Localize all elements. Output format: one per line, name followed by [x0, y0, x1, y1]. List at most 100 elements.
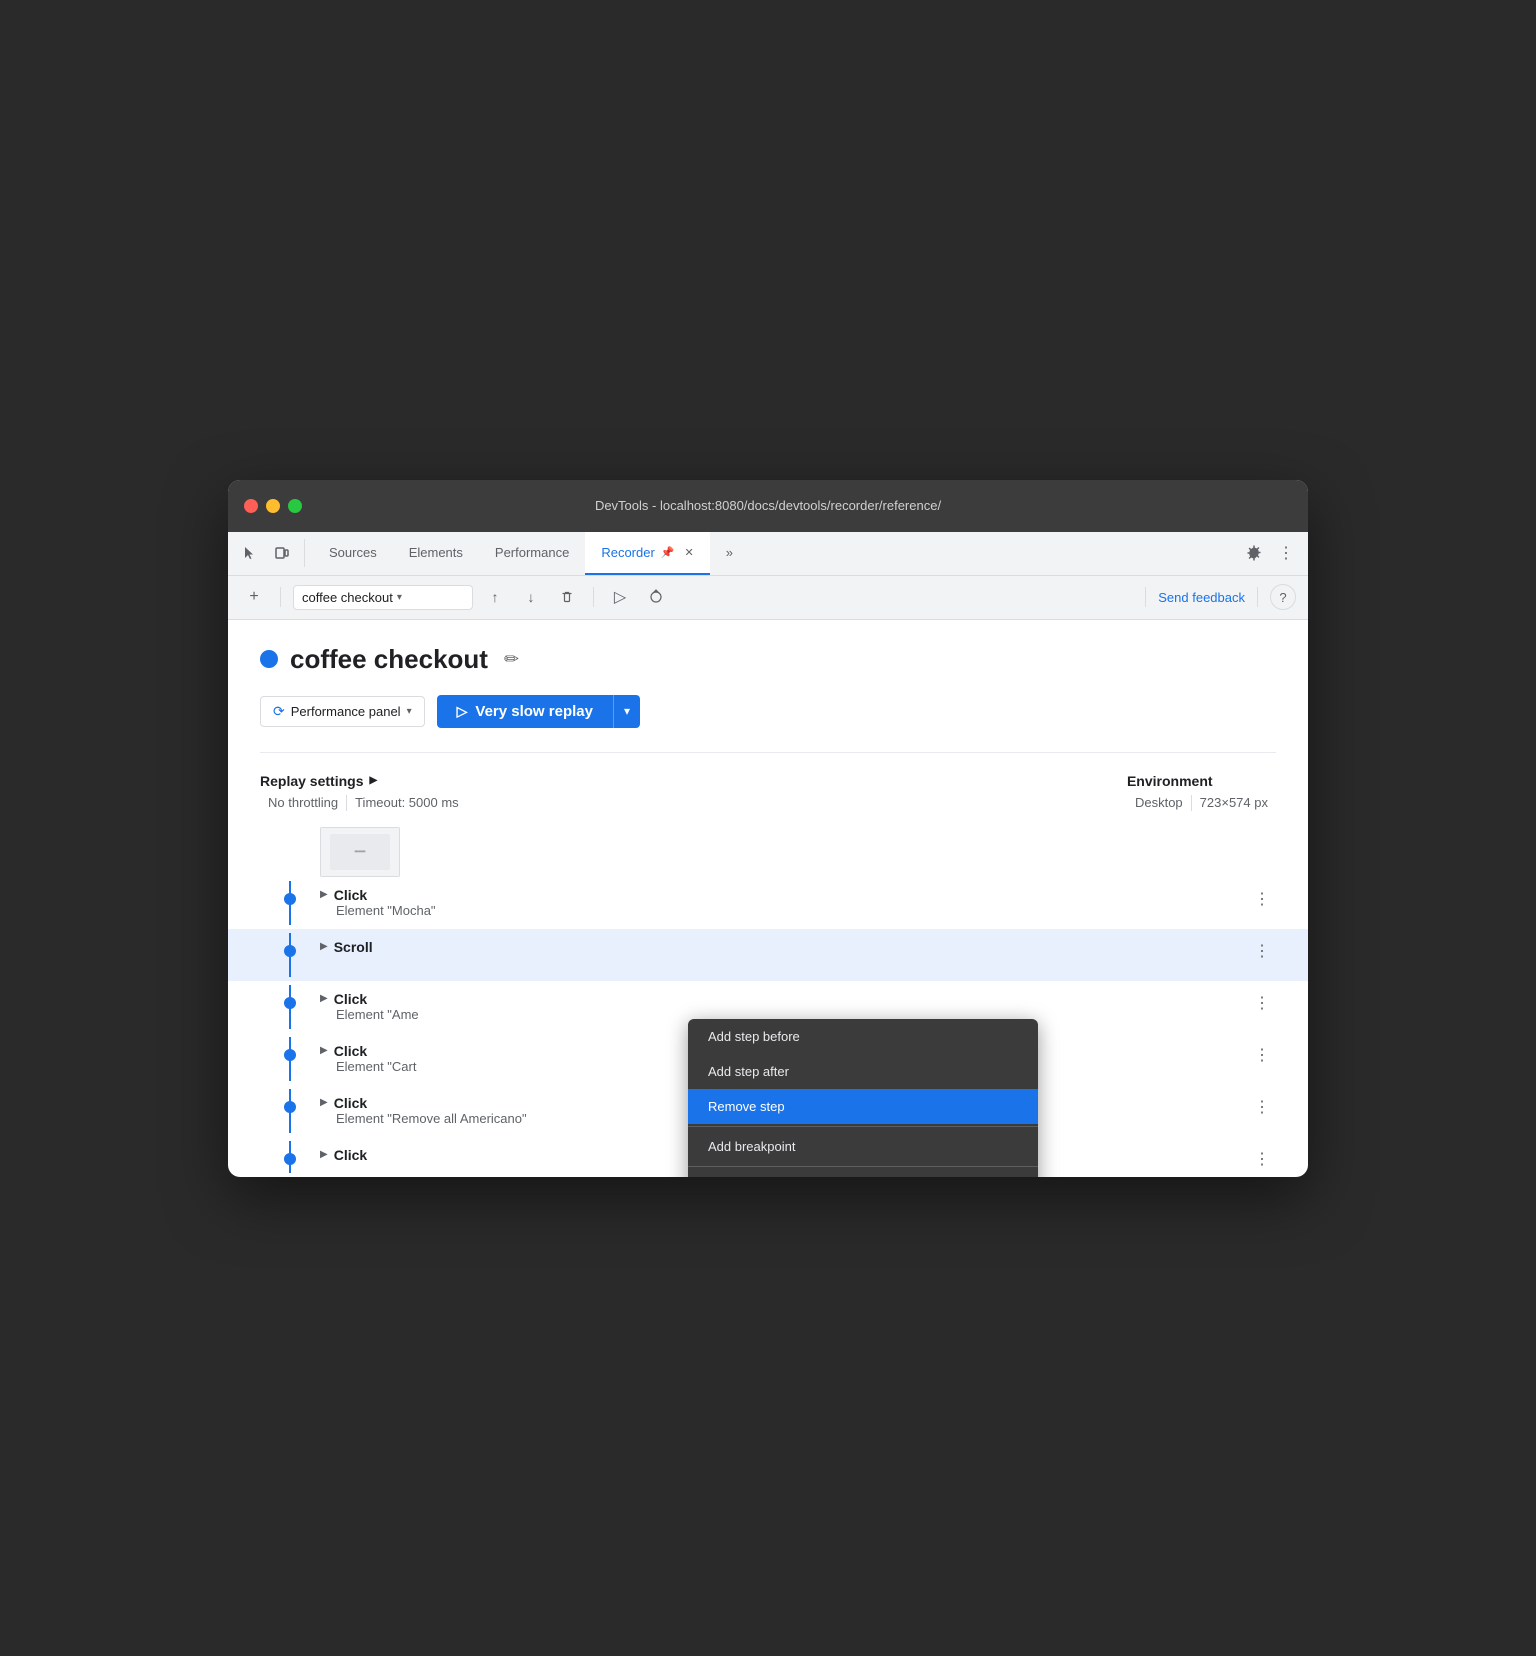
play-button[interactable]: ▷ [606, 583, 634, 611]
replay-button-group: ▷ Very slow replay ▾ [437, 695, 640, 728]
expand-arrow-icon[interactable]: ▶ [320, 889, 328, 900]
step-type: Click [334, 1095, 367, 1111]
step-content: ▶ Scroll [320, 933, 1248, 961]
tab-recorder[interactable]: Recorder 📌 ✕ [585, 531, 709, 575]
step-dot [284, 945, 296, 957]
step-dot [284, 893, 296, 905]
settings-icon[interactable] [1240, 539, 1268, 567]
performance-panel-button[interactable]: ⟳ Performance panel ▾ [260, 696, 425, 727]
step-content: ▶ Click Element "Mocha" [320, 881, 1248, 924]
step-more-button[interactable]: ⋮ [1248, 1041, 1276, 1069]
expand-arrow-icon[interactable]: ▶ [320, 993, 328, 1004]
env-size: 723×574 px [1192, 795, 1276, 810]
toolbar-divider-3 [1145, 587, 1146, 607]
tab-icon-group [236, 539, 305, 567]
expand-arrow-icon[interactable]: ▶ [320, 941, 328, 952]
send-feedback-link[interactable]: Send feedback [1158, 590, 1245, 605]
expand-arrow-icon[interactable]: ▶ [320, 1149, 328, 1160]
step-type: Scroll [334, 939, 373, 955]
step-detail: Element "Mocha" [320, 903, 1248, 918]
step-type: Click [334, 1147, 367, 1163]
main-content: coffee checkout ✏ ⟳ Performance panel ▾ … [228, 620, 1308, 811]
recording-header: coffee checkout ✏ [260, 644, 1276, 675]
replay-dropdown-icon: ▾ [624, 704, 630, 718]
devtools-tab-bar: Sources Elements Performance Recorder 📌 … [228, 532, 1308, 576]
settings-expand-arrow: ▶ [369, 775, 377, 786]
expand-arrow-icon[interactable]: ▶ [320, 1097, 328, 1108]
context-menu-add-breakpoint[interactable]: Add breakpoint [688, 1129, 1038, 1164]
recording-indicator [260, 650, 278, 668]
thumb-row: ▬▬▬ [228, 819, 1308, 877]
throttling-value: No throttling [260, 795, 346, 810]
environment-label: Environment [1127, 773, 1213, 789]
step-dot [284, 997, 296, 1009]
tab-elements[interactable]: Elements [393, 531, 479, 575]
maximize-button[interactable] [288, 499, 302, 513]
env-device: Desktop [1127, 795, 1191, 810]
settings-section: Replay settings ▶ No throttling Timeout:… [260, 752, 1276, 811]
tab-more[interactable]: » [710, 531, 749, 575]
chevron-down-icon: ▾ [397, 592, 402, 603]
recording-selector[interactable]: coffee checkout ▾ [293, 585, 473, 610]
edit-icon[interactable]: ✏ [504, 649, 519, 670]
delete-button[interactable] [553, 583, 581, 611]
very-slow-replay-button[interactable]: ▷ Very slow replay [437, 695, 613, 728]
step-more-button[interactable]: ⋮ [1248, 1145, 1276, 1173]
step-type: Click [334, 1043, 367, 1059]
step-type: Click [334, 887, 367, 903]
settings-values: No throttling Timeout: 5000 ms [260, 795, 467, 811]
toolbar-divider-4 [1257, 587, 1258, 607]
step-row: ▶ Click Element "Mocha" ⋮ [228, 877, 1308, 929]
replay-play-icon: ▷ [457, 703, 468, 720]
context-menu-copy-puppeteer[interactable]: Copy as a @puppeteer/replay script [688, 1169, 1038, 1177]
recording-selector-name: coffee checkout [302, 590, 393, 605]
cursor-icon[interactable] [236, 539, 264, 567]
step-more-button[interactable]: ⋮ [1248, 1093, 1276, 1121]
devtools-window: DevTools - localhost:8080/docs/devtools/… [228, 480, 1308, 1177]
context-menu-divider-2 [688, 1166, 1038, 1167]
toolbar-right: Send feedback ? [1141, 584, 1296, 610]
toolbar-divider-1 [280, 587, 281, 607]
environment-values: Desktop 723×574 px [1127, 795, 1276, 811]
step-dot [284, 1153, 296, 1165]
context-menu-add-step-before[interactable]: Add step before [688, 1019, 1038, 1054]
step-dot [284, 1049, 296, 1061]
recorder-pin-icon: 📌 [661, 546, 675, 559]
title-bar: DevTools - localhost:8080/docs/devtools/… [228, 480, 1308, 532]
device-icon[interactable] [268, 539, 296, 567]
expand-arrow-icon[interactable]: ▶ [320, 1045, 328, 1056]
settings-row: Replay settings ▶ No throttling Timeout:… [260, 773, 1276, 811]
step-more-button[interactable]: ⋮ [1248, 885, 1276, 913]
replay-settings-label[interactable]: Replay settings ▶ [260, 773, 467, 789]
tab-recorder-close[interactable]: ✕ [685, 546, 694, 559]
tabs-list: Sources Elements Performance Recorder 📌 … [313, 531, 1240, 575]
context-menu-add-step-after[interactable]: Add step after [688, 1054, 1038, 1089]
tab-sources[interactable]: Sources [313, 531, 393, 575]
performance-panel-label: Performance panel [291, 704, 401, 719]
minimize-button[interactable] [266, 499, 280, 513]
performance-panel-icon: ⟳ [273, 703, 285, 720]
steps-container: ▬▬▬ ▶ Click Element "Mocha" ⋮ [228, 819, 1308, 1177]
step-more-button[interactable]: ⋮ [1248, 989, 1276, 1017]
export-button[interactable]: ↑ [481, 583, 509, 611]
step-row-highlighted: ▶ Scroll ⋮ [228, 929, 1308, 981]
tabs-right-controls: ⋮ [1240, 539, 1300, 567]
step-replay-button[interactable] [642, 583, 670, 611]
context-menu-remove-step[interactable]: Remove step [688, 1089, 1038, 1124]
screenshot-thumbnail: ▬▬▬ [320, 827, 400, 877]
context-menu: Add step before Add step after Remove st… [688, 1019, 1038, 1177]
step-more-button[interactable]: ⋮ [1248, 937, 1276, 965]
recorder-toolbar: + coffee checkout ▾ ↑ ↓ ▷ Send feedback [228, 576, 1308, 620]
more-options-icon[interactable]: ⋮ [1272, 539, 1300, 567]
help-button[interactable]: ? [1270, 584, 1296, 610]
close-button[interactable] [244, 499, 258, 513]
tab-performance[interactable]: Performance [479, 531, 585, 575]
replay-dropdown-button[interactable]: ▾ [613, 695, 640, 728]
toolbar-divider-2 [593, 587, 594, 607]
timeout-value: Timeout: 5000 ms [347, 795, 467, 810]
import-button[interactable]: ↓ [517, 583, 545, 611]
step-type: Click [334, 991, 367, 1007]
new-recording-button[interactable]: + [240, 583, 268, 611]
traffic-lights [244, 499, 302, 513]
action-row: ⟳ Performance panel ▾ ▷ Very slow replay… [260, 695, 1276, 728]
